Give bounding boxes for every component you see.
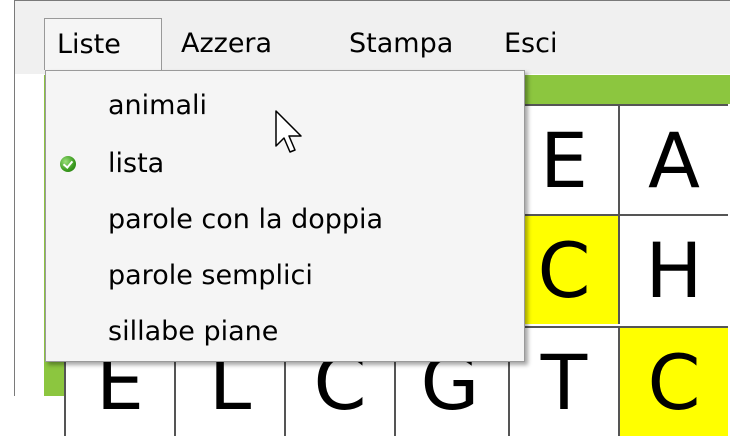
- menu-item-lista-label: lista: [108, 148, 165, 179]
- window-border-top: [14, 0, 730, 1]
- grid-cell[interactable]: A: [618, 104, 728, 214]
- cursor-icon: [275, 110, 302, 153]
- menu-azzera[interactable]: Azzera: [169, 18, 284, 70]
- menu-item-parole-con-la-doppia[interactable]: parole con la doppia: [46, 191, 524, 249]
- menu-liste[interactable]: Liste: [44, 18, 162, 70]
- menu-esci[interactable]: Esci: [492, 18, 569, 70]
- menu-bar: Liste Azzera Stampa Esci: [15, 1, 730, 74]
- window-frame-left: [0, 0, 15, 396]
- check-icon: [60, 156, 76, 172]
- grid-cell-highlighted[interactable]: C: [618, 326, 728, 436]
- grid-cell[interactable]: H: [618, 214, 728, 324]
- menu-item-sillabe-piane[interactable]: sillabe piane: [46, 303, 524, 361]
- menu-stampa[interactable]: Stampa: [337, 18, 465, 70]
- menu-item-parole-semplici[interactable]: parole semplici: [46, 247, 524, 305]
- window-border-left: [14, 0, 15, 396]
